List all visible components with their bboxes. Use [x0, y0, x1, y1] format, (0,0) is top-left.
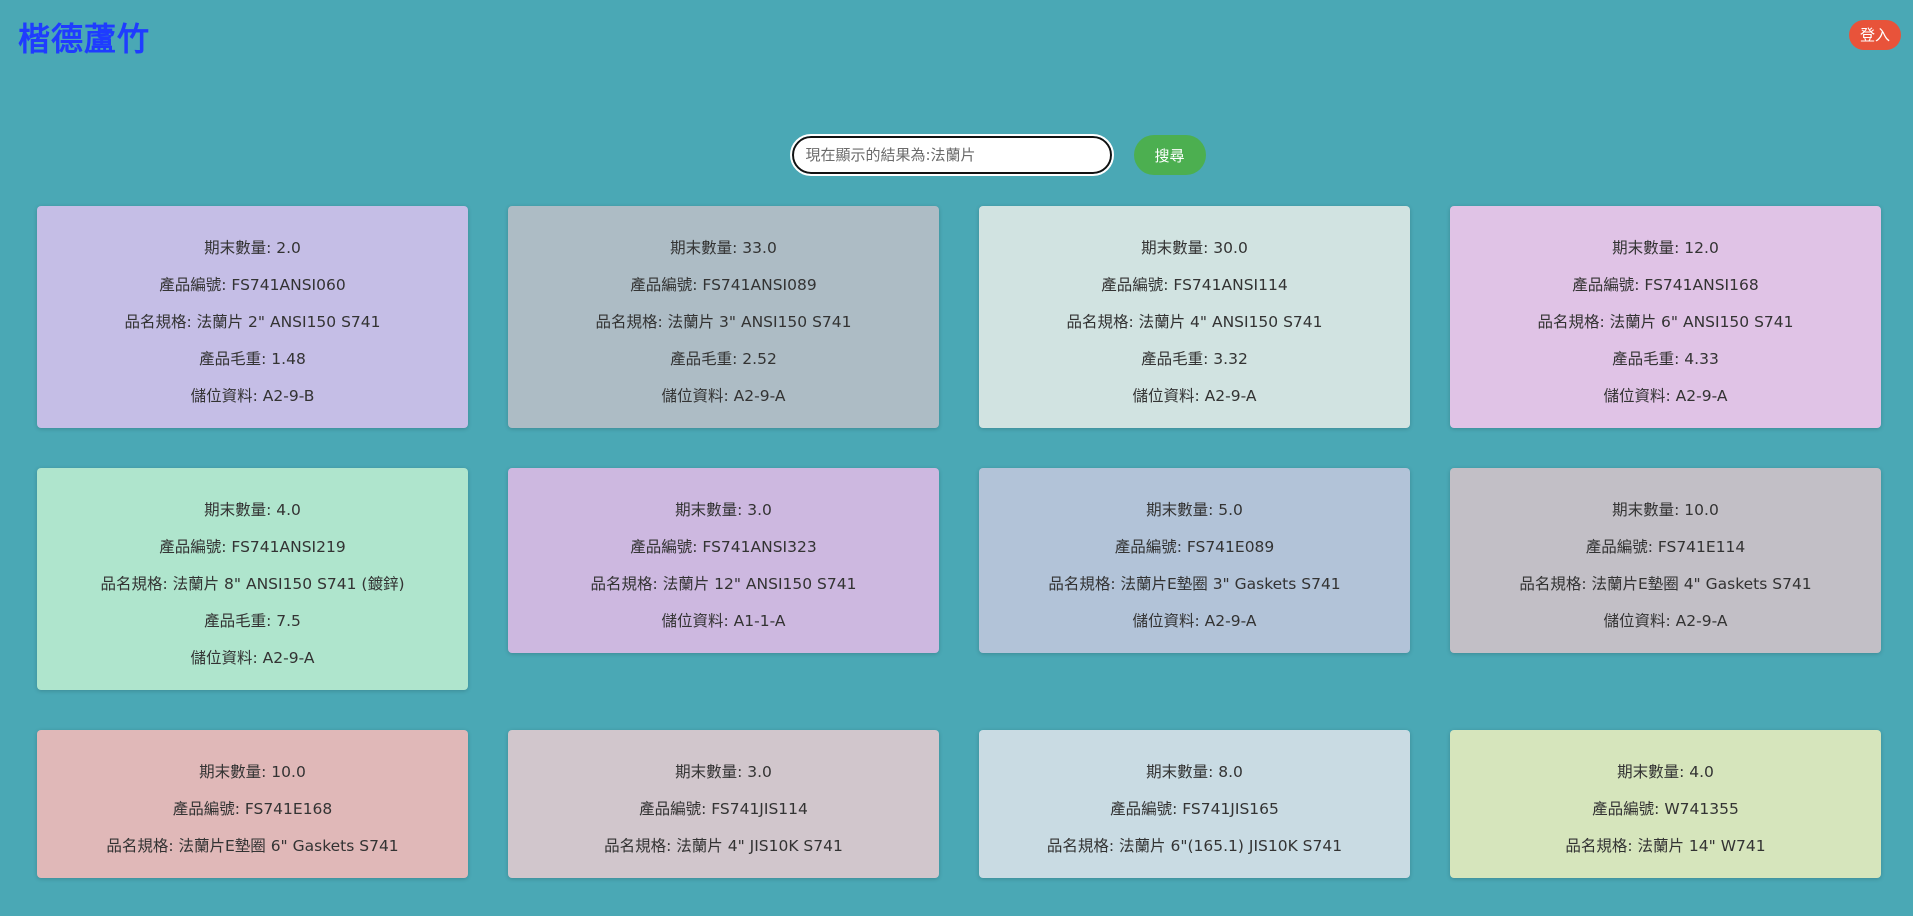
card-product-code: 產品編號: FS741JIS165: [1110, 800, 1279, 818]
product-card: 期末數量: 8.0 產品編號: FS741JIS165 品名規格: 法蘭片 6"(1…: [979, 730, 1410, 878]
product-card: 期末數量: 2.0 產品編號: FS741ANSI060 品名規格: 法蘭片 2" …: [37, 206, 468, 428]
card-product-spec: 品名規格: 法蘭片E墊圈 4" Gaskets S741: [1519, 575, 1812, 593]
card-product-code: 產品編號: FS741JIS114: [639, 800, 808, 818]
card-quantity: 期末數量: 3.0: [675, 501, 772, 519]
product-card: 期末數量: 12.0 產品編號: FS741ANSI168 品名規格: 法蘭片 6"…: [1450, 206, 1881, 428]
card-quantity: 期末數量: 8.0: [1146, 763, 1243, 781]
card-product-code: 產品編號: FS741ANSI168: [1572, 276, 1759, 294]
product-card: 期末數量: 33.0 產品編號: FS741ANSI089 品名規格: 法蘭片 3"…: [508, 206, 939, 428]
card-product-code: 產品編號: FS741ANSI323: [630, 538, 817, 556]
brand-title[interactable]: 楷德蘆竹: [18, 14, 150, 60]
card-product-code: 產品編號: FS741ANSI219: [159, 538, 346, 556]
card-product-code: 產品編號: FS741ANSI060: [159, 276, 346, 294]
card-product-spec: 品名規格: 法蘭片 14" W741: [1565, 837, 1766, 855]
card-product-spec: 品名規格: 法蘭片 2" ANSI150 S741: [124, 313, 381, 331]
card-product-spec: 品名規格: 法蘭片 12" ANSI150 S741: [590, 575, 857, 593]
card-product-code: 產品編號: FS741E114: [1585, 538, 1746, 556]
search-bar: 搜尋: [0, 134, 1913, 176]
card-quantity: 期末數量: 12.0: [1612, 239, 1719, 257]
product-card: 期末數量: 3.0 產品編號: FS741ANSI323 品名規格: 法蘭片 12"…: [508, 468, 939, 653]
card-storage-location: 儲位資料: A2-9-A: [1603, 612, 1728, 630]
card-quantity: 期末數量: 30.0: [1141, 239, 1248, 257]
card-storage-location: 儲位資料: A2-9-B: [190, 387, 315, 405]
product-card: 期末數量: 3.0 產品編號: FS741JIS114 品名規格: 法蘭片 4" J…: [508, 730, 939, 878]
card-product-spec: 品名規格: 法蘭片 6" ANSI150 S741: [1537, 313, 1794, 331]
product-card: 期末數量: 30.0 產品編號: FS741ANSI114 品名規格: 法蘭片 4"…: [979, 206, 1410, 428]
product-card: 期末數量: 10.0 產品編號: FS741E168 品名規格: 法蘭片E墊圈 6"…: [37, 730, 468, 878]
card-product-spec: 品名規格: 法蘭片 4" ANSI150 S741: [1066, 313, 1323, 331]
card-gross-weight: 產品毛重: 3.32: [1141, 350, 1248, 368]
search-input[interactable]: [789, 134, 1114, 176]
product-card: 期末數量: 4.0 產品編號: W741355 品名規格: 法蘭片 14" W741: [1450, 730, 1881, 878]
card-product-spec: 品名規格: 法蘭片 8" ANSI150 S741 (鍍鋅): [100, 575, 405, 593]
card-gross-weight: 產品毛重: 1.48: [199, 350, 306, 368]
card-product-spec: 品名規格: 法蘭片 4" JIS10K S741: [604, 837, 843, 855]
card-quantity: 期末數量: 10.0: [1612, 501, 1719, 519]
login-button[interactable]: 登入: [1849, 20, 1901, 50]
card-gross-weight: 產品毛重: 7.5: [204, 612, 301, 630]
card-product-code: 產品編號: FS741E089: [1114, 538, 1275, 556]
card-storage-location: 儲位資料: A2-9-A: [1132, 387, 1257, 405]
product-card: 期末數量: 4.0 產品編號: FS741ANSI219 品名規格: 法蘭片 8" …: [37, 468, 468, 690]
product-card: 期末數量: 10.0 產品編號: FS741E114 品名規格: 法蘭片E墊圈 4"…: [1450, 468, 1881, 653]
product-grid: 期末數量: 2.0 產品編號: FS741ANSI060 品名規格: 法蘭片 2" …: [37, 206, 1882, 878]
card-product-spec: 品名規格: 法蘭片E墊圈 3" Gaskets S741: [1048, 575, 1341, 593]
card-storage-location: 儲位資料: A2-9-A: [661, 387, 786, 405]
card-product-code: 產品編號: FS741ANSI114: [1101, 276, 1288, 294]
card-gross-weight: 產品毛重: 4.33: [1612, 350, 1719, 368]
card-product-spec: 品名規格: 法蘭片 6"(165.1) JIS10K S741: [1046, 837, 1343, 855]
card-quantity: 期末數量: 10.0: [199, 763, 306, 781]
card-product-code: 產品編號: FS741ANSI089: [630, 276, 817, 294]
card-quantity: 期末數量: 3.0: [675, 763, 772, 781]
card-quantity: 期末數量: 2.0: [204, 239, 301, 257]
card-storage-location: 儲位資料: A1-1-A: [661, 612, 786, 630]
card-product-spec: 品名規格: 法蘭片E墊圈 6" Gaskets S741: [106, 837, 399, 855]
card-storage-location: 儲位資料: A2-9-A: [190, 649, 315, 667]
card-product-code: 產品編號: FS741E168: [172, 800, 333, 818]
search-button[interactable]: 搜尋: [1133, 135, 1206, 175]
card-quantity: 期末數量: 4.0: [1617, 763, 1714, 781]
card-gross-weight: 產品毛重: 2.52: [670, 350, 777, 368]
product-card: 期末數量: 5.0 產品編號: FS741E089 品名規格: 法蘭片E墊圈 3" …: [979, 468, 1410, 653]
card-storage-location: 儲位資料: A2-9-A: [1132, 612, 1257, 630]
card-storage-location: 儲位資料: A2-9-A: [1603, 387, 1728, 405]
card-quantity: 期末數量: 33.0: [670, 239, 777, 257]
card-product-spec: 品名規格: 法蘭片 3" ANSI150 S741: [595, 313, 852, 331]
card-quantity: 期末數量: 5.0: [1146, 501, 1243, 519]
card-product-code: 產品編號: W741355: [1592, 800, 1739, 818]
card-quantity: 期末數量: 4.0: [204, 501, 301, 519]
